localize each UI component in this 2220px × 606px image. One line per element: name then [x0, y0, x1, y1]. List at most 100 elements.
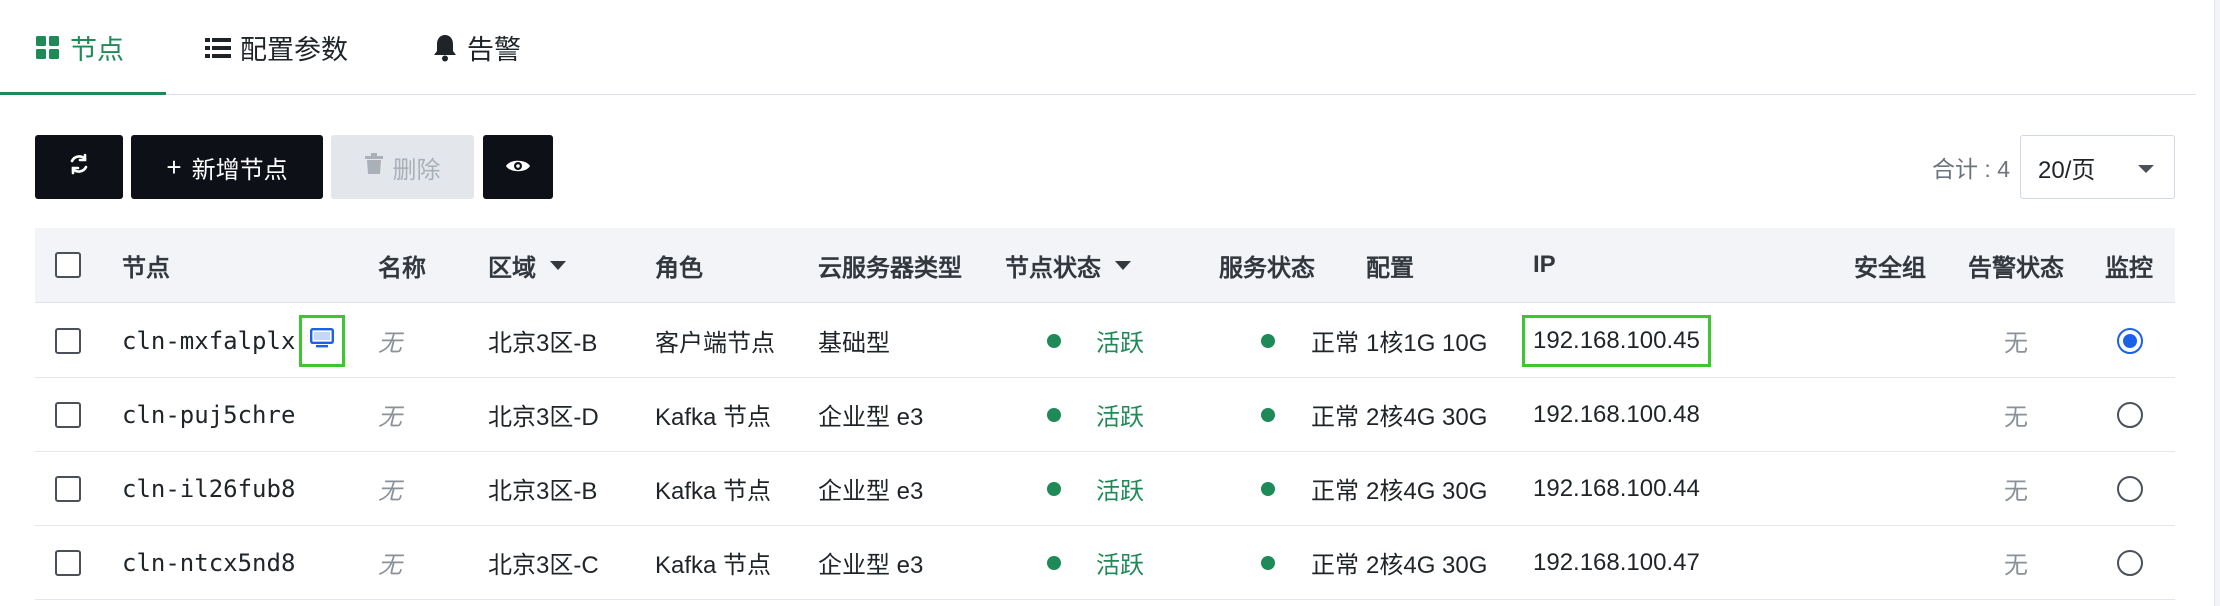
table-header: 节点 名称 区域 角色 云服务器类型 节点状态 服务状态 配置 IP 安全组 告…: [35, 228, 2175, 303]
active-tab-indicator: [0, 92, 166, 95]
monitor-screen-icon: [310, 327, 335, 355]
header-service-status: 服务状态: [1219, 254, 1315, 282]
tab-alerts[interactable]: 告警: [432, 0, 521, 95]
service-status: 正常: [1311, 404, 1359, 431]
node-zone: 北京3区-C: [488, 552, 599, 579]
chevron-down-icon: [2138, 165, 2154, 173]
page-size-value: 20/页: [2038, 156, 2096, 184]
header-node-status-label: 节点状态: [1005, 254, 1101, 282]
node-ip: 192.168.100.47: [1533, 548, 1700, 576]
header-monitor: 监控: [2105, 254, 2153, 282]
node-status: 活跃: [1096, 478, 1144, 505]
service-status: 正常: [1311, 552, 1359, 579]
node-name: 无: [378, 478, 402, 505]
node-ip: 192.168.100.48: [1533, 400, 1700, 428]
service-status: 正常: [1311, 478, 1359, 505]
grid-icon: [35, 35, 61, 61]
add-node-button[interactable]: + 新增节点: [131, 135, 323, 199]
node-status: 活跃: [1096, 330, 1144, 357]
tab-config-params-label: 配置参数: [240, 35, 348, 65]
header-cloud-server-type: 云服务器类型: [818, 254, 962, 282]
status-dot-icon: [1047, 481, 1061, 496]
node-name: 无: [378, 330, 402, 357]
row-checkbox[interactable]: [55, 327, 81, 354]
alert-status: 无: [2004, 478, 2028, 505]
status-dot-icon: [1047, 333, 1061, 348]
node-type: 企业型 e3: [818, 404, 924, 431]
page-size-select[interactable]: 20/页: [2020, 135, 2175, 199]
view-button[interactable]: [483, 135, 553, 199]
sort-caret-icon[interactable]: [550, 260, 566, 270]
node-config: 2核4G 30G: [1366, 478, 1488, 505]
status-dot-icon: [1261, 407, 1275, 422]
node-ip: 192.168.100.45: [1533, 326, 1700, 354]
status-dot-icon: [1261, 481, 1275, 496]
tab-nodes-label: 节点: [70, 35, 124, 65]
header-role: 角色: [655, 254, 703, 282]
delete-label: 删除: [392, 156, 441, 184]
node-zone: 北京3区-B: [488, 478, 598, 505]
header-node-status[interactable]: 节点状态: [1005, 228, 1131, 302]
plus-icon: +: [166, 152, 182, 182]
header-zone-label: 区域: [488, 254, 536, 282]
node-status: 活跃: [1096, 552, 1144, 579]
service-status: 正常: [1311, 330, 1359, 357]
header-name: 名称: [378, 254, 426, 282]
select-all-checkbox[interactable]: [55, 252, 81, 278]
row-checkbox[interactable]: [55, 549, 81, 576]
node-id[interactable]: cln-il26fub8: [122, 452, 295, 525]
node-name: 无: [378, 552, 402, 579]
node-ip-highlighted: 192.168.100.45: [1522, 314, 1711, 367]
monitor-radio[interactable]: [2117, 549, 2143, 576]
header-zone[interactable]: 区域: [488, 228, 566, 302]
monitor-radio[interactable]: [2117, 327, 2143, 354]
node-id[interactable]: cln-mxfalplx: [122, 304, 295, 377]
tab-config-params[interactable]: 配置参数: [205, 0, 348, 95]
header-ip: IP: [1533, 251, 1556, 278]
status-dot-icon: [1047, 407, 1061, 422]
alert-status: 无: [2004, 552, 2028, 579]
refresh-icon: [68, 153, 90, 182]
monitor-radio[interactable]: [2117, 475, 2143, 502]
node-name: 无: [378, 404, 402, 431]
node-type: 企业型 e3: [818, 478, 924, 505]
node-role: Kafka 节点: [655, 552, 772, 579]
node-type: 企业型 e3: [818, 552, 924, 579]
refresh-button[interactable]: [35, 135, 123, 199]
status-dot-icon: [1261, 333, 1275, 348]
table-row: cln-puj5chre 无 北京3区-D Kafka 节点 企业型 e3 活跃…: [35, 378, 2175, 452]
delete-button[interactable]: 删除: [331, 135, 474, 199]
header-node: 节点: [122, 254, 170, 282]
tab-alerts-label: 告警: [467, 35, 521, 65]
header-security-group: 安全组: [1854, 254, 1926, 282]
node-status: 活跃: [1096, 404, 1144, 431]
alert-status: 无: [2004, 330, 2028, 357]
tab-nodes[interactable]: 节点: [35, 0, 124, 95]
status-dot-icon: [1047, 555, 1061, 570]
node-zone: 北京3区-B: [488, 330, 598, 357]
filter-caret-icon[interactable]: [1115, 260, 1131, 270]
node-id[interactable]: cln-ntcx5nd8: [122, 526, 295, 599]
table-row: cln-il26fub8 无 北京3区-B Kafka 节点 企业型 e3 活跃…: [35, 452, 2175, 526]
table-row: cln-ntcx5nd8 无 北京3区-C Kafka 节点 企业型 e3 活跃…: [35, 526, 2175, 600]
node-config: 2核4G 30G: [1366, 552, 1488, 579]
node-role: 客户端节点: [655, 330, 775, 357]
eye-icon: [505, 153, 531, 181]
bell-icon: [432, 34, 458, 62]
total-count: 合计 : 4: [1932, 156, 2010, 182]
row-checkbox[interactable]: [55, 475, 81, 502]
node-zone: 北京3区-D: [488, 404, 599, 431]
node-id[interactable]: cln-puj5chre: [122, 378, 295, 451]
row-checkbox[interactable]: [55, 401, 81, 428]
header-alert-status: 告警状态: [1968, 254, 2064, 282]
node-ip: 192.168.100.44: [1533, 474, 1700, 502]
monitor-radio[interactable]: [2117, 401, 2143, 428]
header-config: 配置: [1366, 254, 1414, 282]
node-role: Kafka 节点: [655, 404, 772, 431]
add-node-label: 新增节点: [191, 156, 288, 184]
node-role: Kafka 节点: [655, 478, 772, 505]
vnc-console-button[interactable]: [299, 314, 345, 367]
vertical-scrollbar[interactable]: [2214, 0, 2220, 606]
list-icon: [205, 36, 231, 60]
node-config: 2核4G 30G: [1366, 404, 1488, 431]
